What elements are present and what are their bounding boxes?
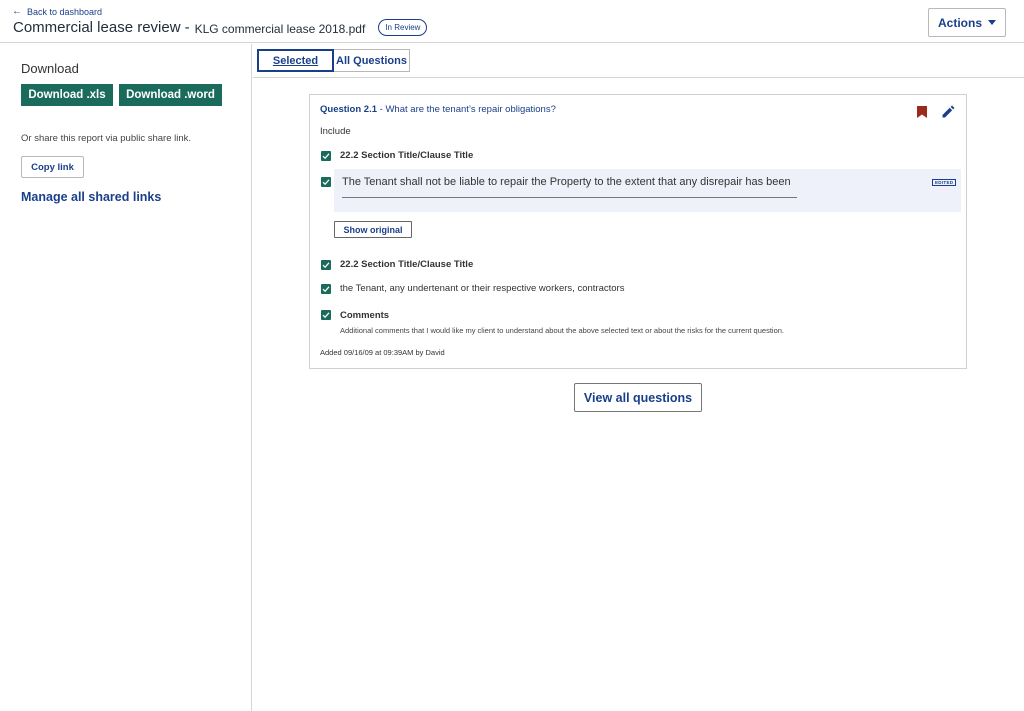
edit-underline [342, 197, 797, 198]
sidebar: Download Download .xls Download .word Or… [0, 44, 252, 711]
include-checkbox[interactable] [321, 260, 331, 270]
edited-badge: EDITED [932, 179, 957, 186]
tab-bar: Selected All Questions [257, 49, 410, 72]
tabs-divider [253, 77, 1024, 78]
include-checkbox[interactable] [321, 284, 331, 294]
show-original-button[interactable]: Show original [334, 221, 412, 238]
clause-title: 22.2 Section Title/Clause Title [340, 259, 474, 270]
check-icon [322, 312, 330, 319]
bookmark-icon[interactable] [917, 106, 927, 118]
include-checkbox[interactable] [321, 151, 331, 161]
edited-clause-text[interactable]: The Tenant shall not be liable to repair… [342, 176, 791, 188]
actions-button[interactable]: Actions [928, 8, 1006, 37]
copy-link-button[interactable]: Copy link [21, 156, 84, 178]
status-badge: In Review [378, 19, 428, 36]
check-icon [322, 179, 330, 186]
page-title: Commercial lease review [13, 19, 181, 36]
include-label: Include [320, 126, 351, 137]
back-to-dashboard-link[interactable]: ← Back to dashboard [12, 6, 103, 18]
tab-selected[interactable]: Selected [257, 49, 334, 72]
include-checkbox[interactable] [321, 177, 331, 187]
manage-shared-links-link[interactable]: Manage all shared links [21, 190, 161, 204]
question-text: What are the tenant’s repair obligations… [385, 104, 556, 115]
share-text: Or share this report via public share li… [21, 133, 192, 144]
download-heading: Download [21, 61, 79, 76]
pencil-icon[interactable] [942, 105, 955, 118]
check-icon [322, 262, 330, 269]
comments-label: Comments [340, 310, 390, 321]
question-title: Question 2.1 - What are the tenant’s rep… [320, 104, 556, 115]
chevron-down-icon [988, 20, 996, 25]
file-name: KLG commercial lease 2018.pdf [194, 21, 366, 36]
check-icon [322, 286, 330, 293]
view-all-questions-button[interactable]: View all questions [574, 383, 702, 412]
clause-title: 22.2 Section Title/Clause Title [340, 150, 474, 161]
include-checkbox[interactable] [321, 310, 331, 320]
download-xls-button[interactable]: Download .xls [21, 84, 113, 106]
title-separator: - [184, 19, 190, 36]
arrow-left-icon: ← [12, 6, 22, 17]
actions-label: Actions [937, 15, 982, 30]
comments-detail: Additional comments that I would like my… [340, 326, 784, 335]
title-row: Commercial lease review - KLG commercial… [13, 19, 428, 36]
edited-clause-block: The Tenant shall not be liable to repair… [334, 169, 961, 212]
question-number: Question 2.1 [320, 104, 378, 115]
tab-all-questions[interactable]: All Questions [334, 49, 410, 72]
download-word-button[interactable]: Download .word [119, 84, 222, 106]
check-icon [322, 153, 330, 160]
clause-text: the Tenant, any undertenant or their res… [340, 283, 625, 294]
back-link-label: Back to dashboard [27, 7, 103, 17]
question-card: Question 2.1 - What are the tenant’s rep… [309, 94, 967, 369]
added-by-meta: Added 09/16/09 at 09:39AM by David [320, 348, 445, 357]
page-header: ← Back to dashboard Commercial lease rev… [0, 0, 1024, 43]
